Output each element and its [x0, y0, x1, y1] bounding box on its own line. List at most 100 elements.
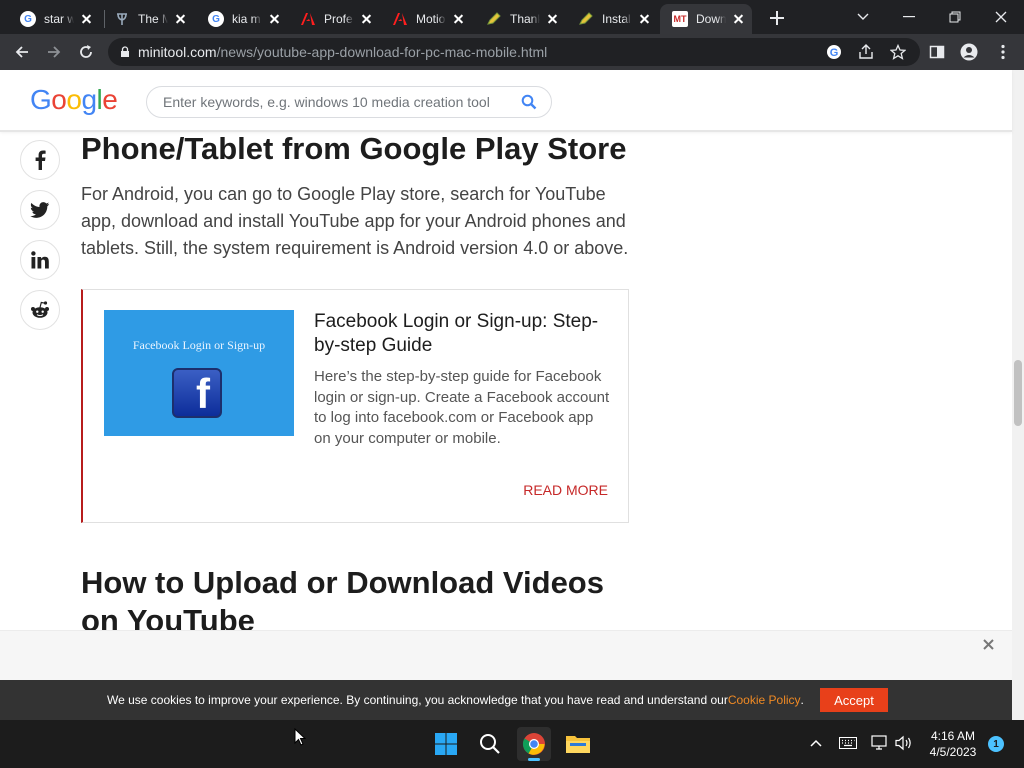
tab-strip: G star w The M G kia m Profe Motio Thank: [0, 0, 1024, 34]
close-tab-icon[interactable]: [636, 11, 652, 27]
arrow-right-icon: [48, 46, 61, 58]
tab-title: Thank: [510, 12, 540, 26]
share-facebook-button[interactable]: [20, 140, 60, 180]
tab-3[interactable]: G kia m: [196, 4, 288, 34]
share-button[interactable]: [853, 39, 879, 65]
share-reddit-button[interactable]: [20, 290, 60, 330]
volume-button[interactable]: [893, 732, 915, 754]
network-icon: [871, 735, 887, 750]
side-panel-button[interactable]: [924, 39, 950, 65]
close-tab-icon[interactable]: [450, 11, 466, 27]
search-taskbar-button[interactable]: [473, 727, 507, 761]
lock-icon: [121, 46, 129, 57]
tab-search-button[interactable]: [840, 0, 886, 34]
start-button[interactable]: [429, 727, 463, 761]
page-viewport: Google Phone/Tablet from Google Play Sto…: [0, 70, 1024, 680]
svg-text:G: G: [830, 47, 839, 59]
section-heading: Phone/Tablet from Google Play Store: [81, 131, 627, 166]
close-icon: [995, 11, 1007, 23]
reddit-icon: [31, 301, 49, 318]
close-tab-icon[interactable]: [172, 11, 188, 27]
speaker-icon: [895, 735, 911, 751]
tab-2[interactable]: The M: [102, 4, 194, 34]
site-search-box: [146, 86, 552, 118]
restore-button[interactable]: [932, 0, 978, 34]
notification-badge[interactable]: 1: [988, 736, 1004, 752]
card-thumbnail[interactable]: Facebook Login or Sign-up f: [104, 310, 294, 436]
show-hidden-icons-button[interactable]: [805, 732, 827, 754]
logo-letter: o: [51, 84, 67, 115]
related-article-card[interactable]: Facebook Login or Sign-up f Facebook Log…: [81, 289, 629, 523]
tab-6[interactable]: Thank: [474, 4, 566, 34]
folder-icon: [566, 736, 590, 753]
scrollbar-thumb[interactable]: [1014, 360, 1022, 426]
file-explorer-taskbar-button[interactable]: [561, 727, 595, 761]
page-scrollbar[interactable]: [1012, 70, 1024, 680]
close-ad-icon[interactable]: [983, 637, 994, 655]
ad-banner: [0, 630, 1012, 680]
minimize-button[interactable]: [886, 0, 932, 34]
network-button[interactable]: [869, 732, 891, 754]
tab-1[interactable]: G star w: [8, 4, 100, 34]
reload-button[interactable]: [73, 39, 99, 65]
chrome-taskbar-button[interactable]: [517, 727, 551, 761]
restore-icon: [949, 11, 961, 23]
profile-button[interactable]: [956, 39, 982, 65]
back-button[interactable]: [9, 39, 35, 65]
card-title[interactable]: Facebook Login or Sign-up: Step-by-step …: [314, 310, 604, 358]
close-window-button[interactable]: [978, 0, 1024, 34]
tab-title: Profe: [324, 12, 353, 26]
cookie-banner: We use cookies to improve your experienc…: [0, 680, 1012, 720]
facebook-icon: [35, 150, 46, 170]
close-tab-icon[interactable]: [358, 11, 374, 27]
tab-8-active[interactable]: MT Down: [660, 4, 752, 34]
cookie-text: We use cookies to improve your experienc…: [107, 693, 728, 707]
menu-button[interactable]: [990, 39, 1016, 65]
card-description: Here’s the step-by-step guide for Facebo…: [314, 368, 610, 447]
close-tab-icon[interactable]: [266, 11, 282, 27]
minimize-icon: [903, 16, 915, 18]
read-more-link[interactable]: READ MORE: [523, 482, 608, 498]
accept-cookies-button[interactable]: Accept: [820, 688, 888, 712]
chevron-down-icon: [857, 13, 869, 20]
chrome-icon: [522, 733, 545, 755]
close-tab-icon[interactable]: [544, 11, 560, 27]
close-tab-icon[interactable]: [78, 11, 94, 27]
cookie-policy-link[interactable]: Cookie Policy: [728, 693, 801, 707]
search-icon[interactable]: [521, 94, 537, 115]
google-lens-button[interactable]: G: [821, 39, 847, 65]
side-panel-icon: [929, 45, 945, 59]
pencil-icon: [486, 11, 502, 27]
tab-title: Instal: [602, 12, 631, 26]
keyboard-icon: [839, 737, 857, 749]
tab-7[interactable]: Instal: [566, 4, 658, 34]
clock-time: 4:16 AM: [930, 729, 976, 743]
twitter-icon: [30, 202, 50, 218]
search-input[interactable]: [163, 94, 513, 110]
article-body: Phone/Tablet from Google Play Store For …: [81, 130, 629, 262]
forward-button[interactable]: [41, 39, 67, 65]
tab-5[interactable]: Motio: [380, 4, 472, 34]
reload-icon: [80, 45, 92, 58]
tab-title: The M: [138, 12, 168, 26]
new-tab-button[interactable]: [766, 7, 788, 29]
browser-toolbar: minitool.com/news/youtube-app-download-f…: [0, 34, 1024, 70]
tab-title: star w: [44, 12, 74, 26]
tab-4[interactable]: Profe: [288, 4, 380, 34]
keyboard-button[interactable]: [837, 732, 859, 754]
share-linkedin-button[interactable]: [20, 240, 60, 280]
share-twitter-button[interactable]: [20, 190, 60, 230]
tab-title: Down: [696, 12, 726, 26]
mouse-cursor-icon: [294, 727, 307, 751]
google-logo[interactable]: Google: [30, 84, 118, 116]
address-bar[interactable]: minitool.com/news/youtube-app-download-f…: [108, 38, 920, 66]
close-tab-icon[interactable]: [730, 11, 746, 27]
logo-letter: G: [30, 84, 52, 115]
tab-title: Motio: [416, 12, 446, 26]
system-clock[interactable]: 4:16 AM 4/5/2023: [918, 728, 988, 760]
chevron-up-icon: [810, 739, 822, 747]
google-g-icon: G: [20, 11, 36, 27]
bookmark-button[interactable]: [885, 39, 911, 65]
article-paragraph: For Android, you can go to Google Play s…: [81, 184, 629, 258]
logo-letter: o: [66, 84, 82, 115]
